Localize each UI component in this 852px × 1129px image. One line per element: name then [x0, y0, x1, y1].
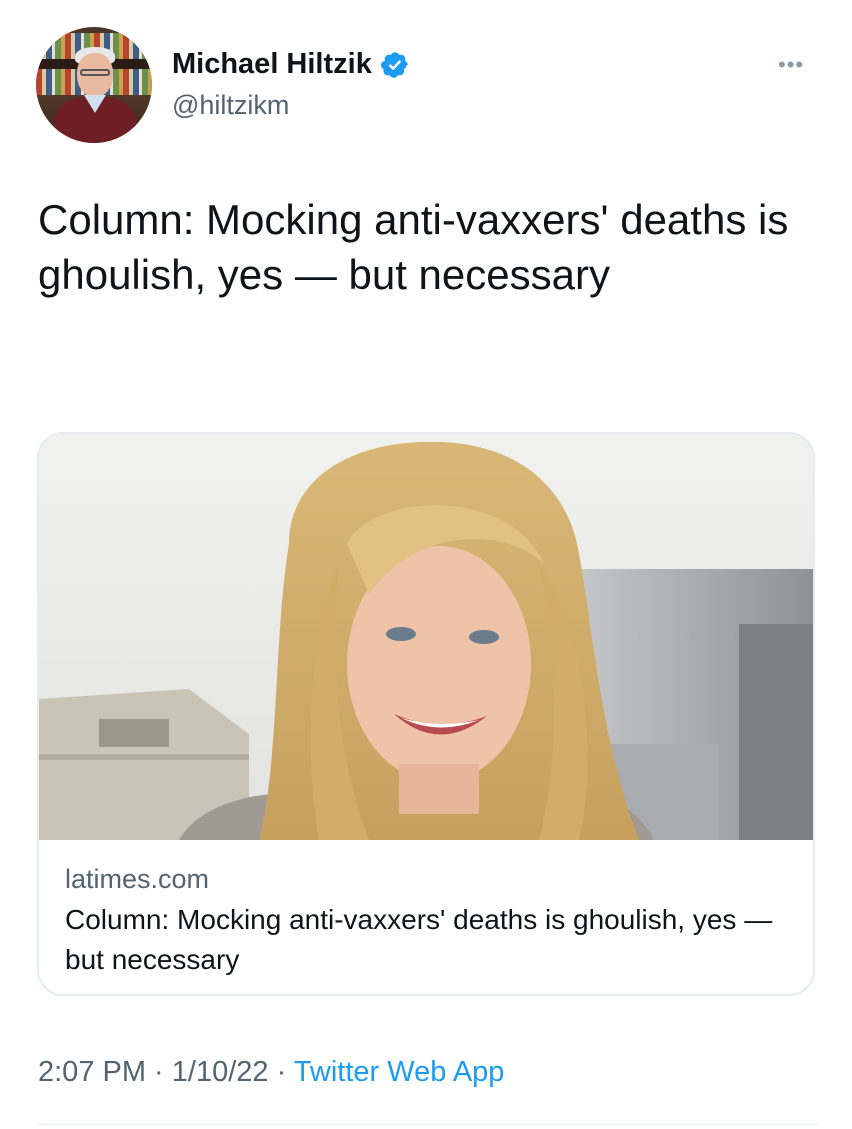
card-domain: latimes.com — [65, 864, 210, 894]
more-horizontal-icon[interactable]: ••• — [778, 52, 804, 78]
meta-separator: · — [146, 1056, 172, 1088]
tweet-meta: 2:07 PM · 1/10/22 · Twitter Web App — [38, 1056, 504, 1089]
avatar[interactable] — [36, 27, 152, 143]
tweet-source[interactable]: Twitter Web App — [294, 1056, 505, 1088]
author-name-row[interactable]: Michael Hiltzik — [172, 48, 410, 81]
tweet: Michael Hiltzik @hiltzikm ••• Column: Mo… — [0, 0, 852, 1129]
tweet-text: Column: Mocking anti-vaxxers' deaths is … — [38, 196, 789, 298]
author-handle[interactable]: @hiltzikm — [172, 90, 289, 121]
card-title: Column: Mocking anti-vaxxers' deaths is … — [65, 904, 773, 975]
link-card[interactable]: latimes.com Column: Mocking anti-vaxxers… — [37, 432, 815, 996]
avatar-glasses — [80, 69, 110, 76]
divider — [38, 1124, 818, 1125]
tweet-date[interactable]: 1/10/22 — [172, 1056, 269, 1088]
author-name[interactable]: Michael Hiltzik — [172, 48, 372, 81]
meta-separator: · — [268, 1056, 294, 1088]
tweet-time[interactable]: 2:07 PM — [38, 1056, 146, 1088]
article-photo[interactable] — [39, 434, 813, 840]
card-text[interactable]: latimes.com Column: Mocking anti-vaxxers… — [65, 862, 785, 980]
verified-badge-icon — [380, 51, 408, 78]
